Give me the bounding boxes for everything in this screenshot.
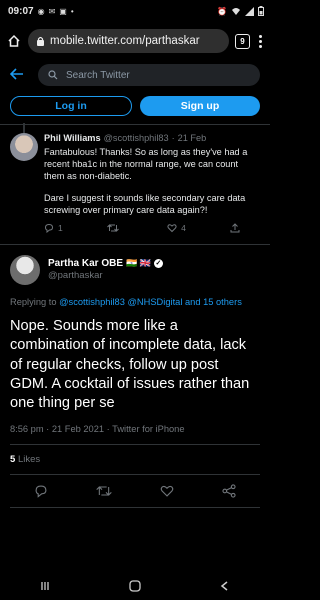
flag-emojis: 🇮🇳 🇬🇧	[126, 258, 151, 269]
share-button[interactable]	[230, 223, 240, 234]
alarm-icon: ⏰	[217, 6, 227, 16]
battery-icon	[258, 6, 264, 16]
recents-icon[interactable]	[39, 580, 51, 592]
mention-others-link[interactable]: and 15 others	[185, 297, 242, 307]
tweet-date[interactable]: 21 Feb	[178, 133, 207, 145]
system-nav-bar	[0, 572, 270, 600]
photo-icon: ▣	[59, 6, 67, 16]
meta-separator: ·	[171, 133, 175, 143]
share-icon[interactable]	[222, 484, 236, 498]
home-button-icon[interactable]	[128, 579, 142, 593]
tweet-paragraph: Dare I suggest it sounds like secondary …	[44, 192, 246, 215]
retweet-button[interactable]	[107, 223, 123, 234]
browser-toolbar: mobile.twitter.com/parthaskar 9	[0, 22, 270, 60]
author-name[interactable]: Phil Williams	[44, 133, 101, 145]
url-text: mobile.twitter.com/parthaskar	[50, 35, 200, 47]
tweet-timestamp[interactable]: 8:56 pm · 21 Feb 2021 · Twitter for iPho…	[10, 424, 260, 444]
tweet-paragraph: Fantabulous! Thanks! So as long as they'…	[44, 146, 248, 181]
tweet-actions	[10, 475, 260, 507]
like-button[interactable]: 4	[167, 223, 186, 234]
browser-menu-icon[interactable]	[256, 34, 264, 48]
search-icon	[48, 70, 58, 80]
author-name[interactable]: Partha Kar OBE	[48, 257, 123, 271]
wifi-icon	[232, 7, 240, 15]
signup-button[interactable]: Sign up	[140, 96, 260, 116]
lock-icon	[37, 36, 44, 46]
status-time: 09:07	[8, 5, 34, 17]
dot-icon: •	[70, 6, 74, 16]
avatar[interactable]	[10, 133, 38, 161]
home-icon[interactable]	[6, 33, 22, 49]
reply-count: 1	[58, 222, 63, 233]
reply-button[interactable]: 1	[44, 223, 63, 234]
tab-switcher-button[interactable]: 9	[235, 33, 250, 49]
tweet-actions: 1 4	[44, 223, 260, 244]
reply-icon[interactable]	[34, 484, 48, 498]
auth-buttons: Log in Sign up	[0, 90, 270, 124]
like-count: 4	[181, 222, 186, 233]
search-placeholder: Search Twitter	[66, 69, 130, 81]
thread-line	[23, 123, 25, 133]
login-button[interactable]: Log in	[10, 96, 132, 116]
likes-stat[interactable]: 5 Likes	[10, 445, 260, 474]
url-bar[interactable]: mobile.twitter.com/parthaskar	[28, 29, 229, 53]
heart-icon	[167, 224, 177, 233]
likes-count: 5	[10, 453, 16, 465]
heart-icon[interactable]	[160, 484, 174, 498]
replying-to: Replying to @scottishphil83 @NHSDigital …	[10, 297, 260, 307]
mention-link[interactable]: @scottishphil83	[59, 297, 125, 307]
author-handle[interactable]: @scottishphil83	[104, 133, 169, 145]
search-input[interactable]: Search Twitter	[38, 64, 260, 86]
signal-icon	[245, 6, 254, 16]
gmail-icon: ✉	[48, 6, 56, 16]
back-icon[interactable]	[219, 580, 231, 592]
tweet-text: Fantabulous! Thanks! So as long as they'…	[44, 147, 260, 217]
back-arrow-icon[interactable]	[9, 67, 26, 83]
tweet-text: Nope. Sounds more like a combination of …	[10, 317, 250, 412]
avatar[interactable]	[10, 254, 40, 285]
reply-tweet[interactable]: Phil Williams @scottishphil83 · 21 Feb F…	[0, 123, 270, 244]
share-icon	[230, 223, 240, 233]
twitter-header: Search Twitter	[0, 60, 270, 90]
retweet-icon[interactable]	[96, 484, 112, 498]
main-tweet: Partha Kar OBE 🇮🇳 🇬🇧 ✓ @parthaskar Reply…	[0, 245, 270, 508]
mention-link[interactable]: @NHSDigital	[127, 297, 182, 307]
whatsapp-icon: ◉	[37, 6, 45, 16]
divider	[10, 506, 260, 508]
verified-badge-icon: ✓	[153, 258, 163, 268]
status-bar: 09:07 ◉ ✉ ▣ • ⏰	[0, 0, 270, 22]
likes-label: Likes	[17, 453, 41, 465]
author-handle[interactable]: @parthaskar	[48, 270, 163, 283]
reply-icon	[44, 224, 54, 234]
replying-prefix: Replying to	[10, 296, 57, 307]
retweet-icon	[107, 224, 119, 232]
